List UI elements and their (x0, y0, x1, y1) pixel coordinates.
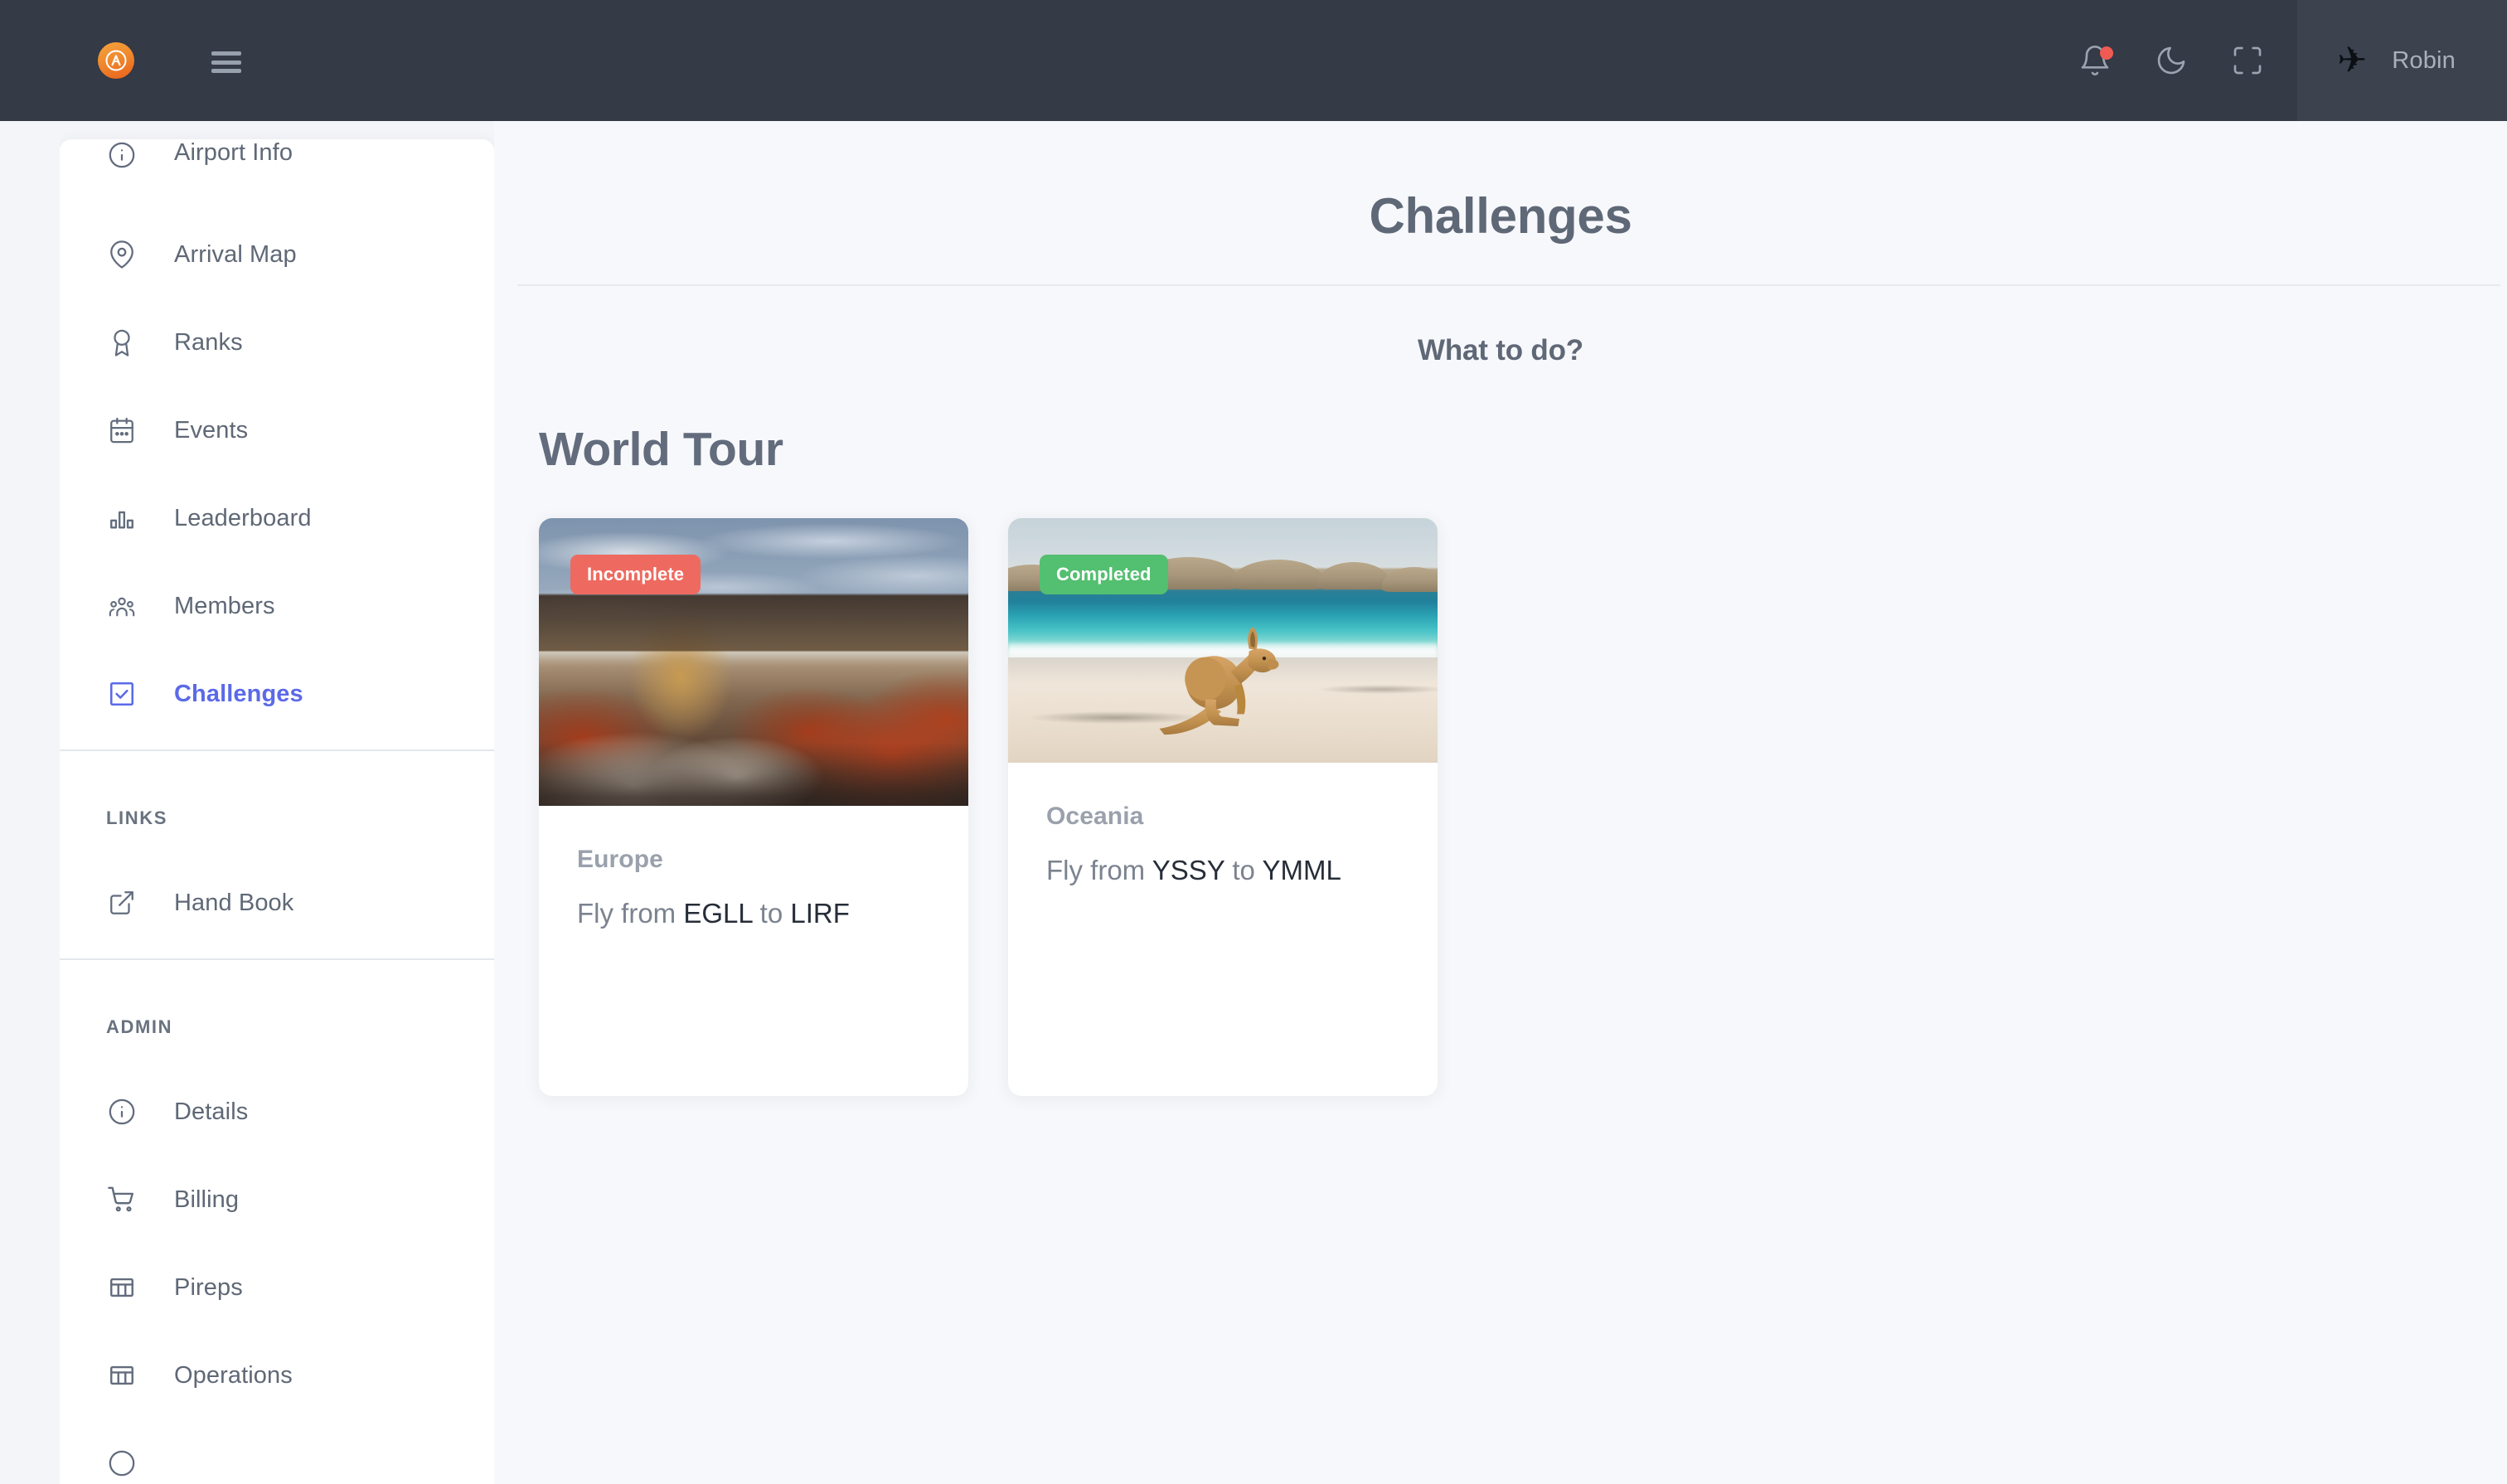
sidebar-item-label: Details (174, 1098, 249, 1125)
top-header-bar: ✈ Robin (0, 0, 2507, 121)
users-icon (106, 590, 138, 622)
sidebar-item-label: Hand Book (174, 889, 294, 916)
desc-middle: to (1224, 855, 1263, 885)
sidebar-item-ranks[interactable]: Ranks (60, 298, 494, 386)
destination-airport-code: LIRF (790, 898, 850, 929)
card-body: Europe Fly from EGLL to LIRF (539, 806, 968, 934)
origin-airport-code: YSSY (1152, 855, 1225, 885)
card-region-label: Europe (577, 846, 663, 873)
info-circle-icon (106, 1096, 138, 1128)
card-image-kangaroo-on-beach: Completed (1008, 518, 1438, 763)
shopping-cart-icon (106, 1184, 138, 1215)
kangaroo-silhouette-icon (1120, 616, 1317, 743)
main-content: Challenges What to do? World Tour Incomp… (494, 121, 2507, 1484)
sand-shadow (1317, 684, 1438, 695)
external-link-icon (106, 887, 138, 919)
desc-prefix: Fly from (1046, 855, 1152, 885)
sidebar-item-label: Events (174, 416, 249, 444)
sidebar-item-members[interactable]: Members (60, 562, 494, 650)
info-circle-icon (106, 1448, 138, 1479)
origin-airport-code: EGLL (683, 898, 753, 929)
status-badge: Completed (1040, 555, 1168, 594)
sidebar-item-leaderboard[interactable]: Leaderboard (60, 474, 494, 562)
user-menu-button[interactable]: ✈ Robin (2297, 0, 2507, 121)
sidebar-item-details[interactable]: Details (60, 1068, 494, 1156)
sidebar-item-events[interactable]: Events (60, 386, 494, 474)
hamburger-bar (211, 69, 241, 73)
desc-prefix: Fly from (577, 898, 684, 929)
sidebar-item-label: Pireps (174, 1273, 243, 1301)
sidebar-item-label: Members (174, 592, 275, 619)
table-icon (106, 1272, 138, 1303)
hamburger-menu-icon[interactable] (211, 51, 241, 73)
sidebar-item-label: Challenges (174, 680, 303, 707)
sidebar: Airport Info Arrival Map Ranks Events Le… (60, 123, 494, 1484)
airplane-avatar-icon: ✈ (2337, 40, 2368, 80)
page-subtitle: What to do? (1418, 334, 1583, 366)
sidebar-item-pireps[interactable]: Pireps (60, 1244, 494, 1331)
sidebar-item-operations[interactable]: Operations (60, 1331, 494, 1419)
dark-mode-toggle[interactable] (2133, 0, 2209, 121)
challenge-card-list: Incomplete Europe Fly from EGLL to LIRF (494, 477, 2507, 1096)
fullscreen-button[interactable] (2209, 0, 2286, 121)
sidebar-item-airport-info[interactable]: Airport Info (60, 139, 494, 211)
check-square-icon (106, 678, 138, 710)
challenge-card[interactable]: Incomplete Europe Fly from EGLL to LIRF (539, 518, 968, 1096)
sidebar-item-label: Billing (174, 1186, 240, 1213)
sidebar-panel: Airport Info Arrival Map Ranks Events Le… (60, 139, 494, 1484)
hamburger-bar (211, 60, 241, 65)
airline-logo-icon[interactable] (98, 42, 134, 79)
info-circle-icon (106, 139, 138, 171)
header-actions: ✈ Robin (2057, 0, 2507, 121)
sidebar-item-arrival-map[interactable]: Arrival Map (60, 211, 494, 298)
sidebar-item-hand-book[interactable]: Hand Book (60, 859, 494, 947)
user-name-label: Robin (2392, 46, 2456, 74)
award-icon (106, 327, 138, 358)
sidebar-item-truncated[interactable] (60, 1419, 494, 1484)
section-heading-world-tour: World Tour (539, 423, 783, 476)
sidebar-item-challenges[interactable]: Challenges (60, 650, 494, 738)
map-pin-icon (106, 239, 138, 270)
sidebar-section-links-label: LINKS (106, 807, 167, 828)
sidebar-section-admin-label: ADMIN (106, 1016, 173, 1037)
sidebar-item-label: Ranks (174, 328, 243, 356)
destination-airport-code: YMML (1262, 855, 1341, 885)
calendar-icon (106, 415, 138, 446)
challenge-card[interactable]: Completed Oceania Fly from YSSY to YMML (1008, 518, 1438, 1096)
page-title: Challenges (1369, 188, 1632, 244)
card-body: Oceania Fly from YSSY to YMML (1008, 763, 1438, 890)
status-badge: Incomplete (570, 555, 701, 594)
card-image-prague-cityscape: Incomplete (539, 518, 968, 806)
hamburger-bar (211, 51, 241, 56)
card-description: Fly from YSSY to YMML (1046, 851, 1399, 890)
sidebar-item-label: Arrival Map (174, 240, 297, 268)
card-region-label: Oceania (1046, 803, 1144, 830)
sidebar-item-label: Airport Info (174, 139, 293, 166)
sidebar-item-label: Leaderboard (174, 504, 312, 531)
bar-chart-icon (106, 502, 138, 534)
table-icon (106, 1360, 138, 1391)
sidebar-item-billing[interactable]: Billing (60, 1156, 494, 1244)
notifications-button[interactable] (2057, 0, 2133, 121)
sidebar-item-label: Operations (174, 1361, 293, 1389)
desc-middle: to (752, 898, 791, 929)
card-description: Fly from EGLL to LIRF (577, 894, 930, 934)
